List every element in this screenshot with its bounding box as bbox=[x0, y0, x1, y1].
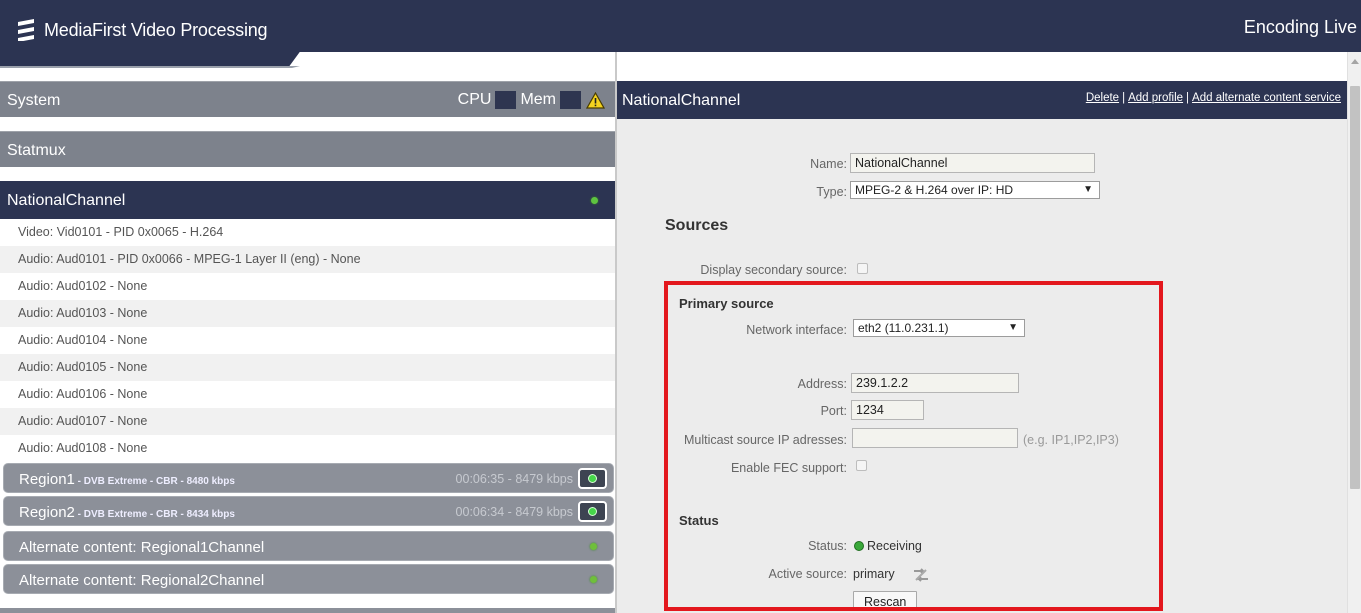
system-label: System bbox=[7, 92, 61, 109]
left-panel-bottom-edge bbox=[0, 608, 615, 613]
type-select[interactable]: MPEG-2 & H.264 over IP: HD ▼ bbox=[850, 181, 1100, 199]
link-separator: | bbox=[1186, 92, 1190, 104]
stream-row[interactable]: Audio: Aud0104 - None bbox=[0, 327, 615, 354]
cpu-meter bbox=[495, 91, 517, 109]
stream-row[interactable]: Audio: Aud0108 - None bbox=[0, 435, 615, 462]
channel-label: NationalChannel bbox=[7, 192, 126, 209]
stream-row[interactable]: Audio: Aud0101 - PID 0x0066 - MPEG-1 Lay… bbox=[0, 246, 615, 273]
region-name: Region1 bbox=[19, 471, 75, 488]
left-panel: System CPU Mem Statmux NationalChannel V… bbox=[0, 68, 615, 613]
region-row-2[interactable]: Region2 - DVB Extreme - CBR - 8434 kbps … bbox=[3, 496, 614, 526]
alternate-status-icon bbox=[590, 576, 597, 583]
detail-header: NationalChannel Delete | Add profile | Add a… bbox=[617, 81, 1347, 119]
scrollbar[interactable] bbox=[1347, 52, 1361, 613]
add-alternate-link[interactable]: Add alternate content service bbox=[1192, 92, 1341, 104]
type-label: Type: bbox=[816, 185, 847, 199]
channel-status-icon bbox=[591, 197, 598, 204]
region-detail: - DVB Extreme - CBR - 8434 kbps bbox=[74, 509, 235, 520]
detail-top-gap bbox=[617, 52, 1347, 81]
secondary-source-label: Display secondary source: bbox=[700, 263, 847, 277]
type-value: MPEG-2 & H.264 over IP: HD bbox=[855, 183, 1014, 197]
region-row-1[interactable]: Region1 - DVB Extreme - CBR - 8480 kbps … bbox=[3, 463, 614, 493]
system-meters: CPU Mem bbox=[458, 91, 605, 109]
statmux-bar[interactable]: Statmux bbox=[0, 131, 615, 167]
stream-row[interactable]: Audio: Aud0107 - None bbox=[0, 408, 615, 435]
name-label: Name: bbox=[810, 157, 847, 171]
detail-title: NationalChannel bbox=[622, 92, 741, 109]
mem-meter bbox=[560, 91, 581, 109]
ericsson-logo-icon bbox=[18, 19, 34, 41]
region-stats: 00:06:35 - 8479 kbps bbox=[455, 472, 573, 486]
dropdown-arrow-icon: ▼ bbox=[1083, 184, 1093, 195]
stream-list: Video: Vid0101 - PID 0x0065 - H.264 Audi… bbox=[0, 219, 615, 462]
stream-row[interactable]: Audio: Aud0105 - None bbox=[0, 354, 615, 381]
stream-row[interactable]: Video: Vid0101 - PID 0x0065 - H.264 bbox=[0, 219, 615, 246]
alternate-label: Alternate content: Regional1Channel bbox=[19, 539, 265, 556]
alternate-status-icon bbox=[590, 543, 597, 550]
secondary-source-checkbox[interactable] bbox=[857, 263, 868, 274]
delete-link[interactable]: Delete bbox=[1086, 92, 1119, 104]
alternate-row-1[interactable]: Alternate content: Regional1Channel bbox=[3, 531, 614, 561]
region-stats: 00:06:34 - 8479 kbps bbox=[455, 505, 573, 519]
highlight-frame bbox=[664, 281, 1163, 611]
region-toggle-icon[interactable] bbox=[578, 501, 607, 522]
add-profile-link[interactable]: Add profile bbox=[1128, 92, 1183, 104]
statmux-label: Statmux bbox=[7, 142, 66, 159]
name-field[interactable]: NationalChannel bbox=[850, 153, 1095, 173]
sources-title: Sources bbox=[665, 217, 729, 234]
region-name: Region2 bbox=[19, 504, 75, 521]
detail-panel: NationalChannel Delete | Add profile | Add a… bbox=[617, 52, 1347, 613]
alternate-row-2[interactable]: Alternate content: Regional2Channel bbox=[3, 564, 614, 594]
stream-row[interactable]: Audio: Aud0103 - None bbox=[0, 300, 615, 327]
region-detail: - DVB Extreme - CBR - 8480 kbps bbox=[74, 476, 235, 487]
stream-row[interactable]: Audio: Aud0106 - None bbox=[0, 381, 615, 408]
scroll-up-icon[interactable] bbox=[1351, 59, 1359, 64]
app-title: MediaFirst Video Processing bbox=[44, 20, 268, 40]
region-toggle-icon[interactable] bbox=[578, 468, 607, 489]
channel-bar[interactable]: NationalChannel bbox=[0, 181, 615, 219]
system-bar[interactable]: System CPU Mem bbox=[0, 81, 615, 117]
scroll-thumb[interactable] bbox=[1350, 86, 1360, 489]
mode-label: Encoding Live bbox=[1243, 17, 1357, 37]
link-separator: | bbox=[1122, 92, 1126, 104]
detail-header-links: Delete | Add profile | Add alternate content… bbox=[1086, 92, 1341, 104]
warning-icon[interactable] bbox=[586, 91, 605, 109]
mem-label: Mem bbox=[520, 91, 556, 108]
cpu-label: CPU bbox=[457, 91, 492, 108]
alternate-label: Alternate content: Regional2Channel bbox=[19, 572, 265, 589]
stream-row[interactable]: Audio: Aud0102 - None bbox=[0, 273, 615, 300]
